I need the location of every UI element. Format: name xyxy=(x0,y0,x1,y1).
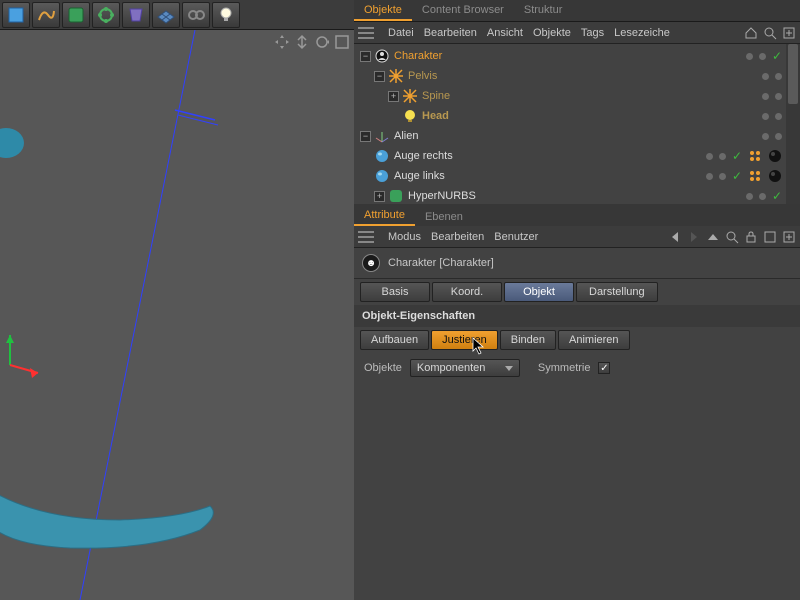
objects-label: Objekte xyxy=(364,362,402,374)
menu-view[interactable]: Ansicht xyxy=(487,27,523,39)
tab-objects[interactable]: Objekte xyxy=(354,0,412,21)
tree-row-pelvis[interactable]: − Pelvis xyxy=(354,66,786,86)
section-header: Objekt-Eigenschaften xyxy=(354,305,800,327)
object-name-header: ☻ Charakter [Charakter] xyxy=(354,248,800,279)
new-window-icon[interactable] xyxy=(763,230,777,244)
tree-row-hypernurbs[interactable]: + HyperNURBS ✓ xyxy=(354,186,786,204)
viewport[interactable] xyxy=(0,30,354,600)
spline-tool[interactable] xyxy=(32,2,60,28)
hypernurbs-icon xyxy=(388,188,404,204)
deformer-tool[interactable] xyxy=(122,2,150,28)
tree-label: HyperNURBS xyxy=(408,190,476,202)
null-icon xyxy=(402,88,418,104)
menu-edit[interactable]: Bearbeiten xyxy=(424,27,477,39)
expander-icon[interactable]: + xyxy=(374,191,385,202)
sphere-icon xyxy=(374,168,390,184)
subtab-display[interactable]: Darstellung xyxy=(576,282,658,302)
tree-row-character[interactable]: − Charakter ✓ xyxy=(354,46,786,66)
cube-tool[interactable] xyxy=(2,2,30,28)
tree-label: Alien xyxy=(394,130,418,142)
tab-attribute[interactable]: Attribute xyxy=(354,205,415,226)
tree-label: Charakter xyxy=(394,50,442,62)
menu-objects[interactable]: Objekte xyxy=(533,27,571,39)
hamburger-icon[interactable] xyxy=(358,231,374,243)
subtab-basic[interactable]: Basis xyxy=(360,282,430,302)
tree-row-spine[interactable]: + Spine xyxy=(354,86,786,106)
expander-icon[interactable]: − xyxy=(374,71,385,82)
lock-icon[interactable] xyxy=(744,230,758,244)
mode-bind[interactable]: Binden xyxy=(500,330,556,350)
tab-structure[interactable]: Struktur xyxy=(514,0,573,21)
property-subtabs: Basis Koord. Objekt Darstellung xyxy=(354,279,800,305)
properties-row: Objekte Komponenten Symmetrie ✓ xyxy=(354,353,800,383)
manager-tabs: Objekte Content Browser Struktur xyxy=(354,0,800,22)
tree-label: Auge rechts xyxy=(394,150,453,162)
camera-tool[interactable] xyxy=(182,2,210,28)
menu-user[interactable]: Benutzer xyxy=(494,231,538,243)
bulb-icon xyxy=(402,108,418,124)
hamburger-icon[interactable] xyxy=(358,27,374,39)
tree-label: Spine xyxy=(422,90,450,102)
expand-icon[interactable] xyxy=(782,26,796,40)
scroll-thumb[interactable] xyxy=(788,44,798,104)
components-dropdown[interactable]: Komponenten xyxy=(410,359,520,377)
menu-mode[interactable]: Modus xyxy=(388,231,421,243)
home-icon[interactable] xyxy=(744,26,758,40)
forward-icon[interactable] xyxy=(687,230,701,244)
menu-file[interactable]: Datei xyxy=(388,27,414,39)
expander-icon[interactable]: − xyxy=(360,131,371,142)
character-icon: ☻ xyxy=(362,254,380,272)
symmetry-label: Symmetrie xyxy=(538,362,591,374)
floor-tool[interactable] xyxy=(152,2,180,28)
material-tag-icon[interactable] xyxy=(768,149,782,163)
main-toolbar xyxy=(0,0,354,30)
up-icon[interactable] xyxy=(706,230,720,244)
subtab-object[interactable]: Objekt xyxy=(504,282,574,302)
mode-adjust[interactable]: Justieren xyxy=(431,330,498,350)
tree-label: Auge links xyxy=(394,170,445,182)
attribute-menu: Modus Bearbeiten Benutzer xyxy=(354,226,800,248)
sphere-icon xyxy=(374,148,390,164)
expand-icon[interactable] xyxy=(782,230,796,244)
tab-layers[interactable]: Ebenen xyxy=(415,207,473,226)
character-icon xyxy=(374,48,390,64)
generator-tool[interactable] xyxy=(92,2,120,28)
dropdown-value: Komponenten xyxy=(417,362,486,374)
null-axis-icon xyxy=(374,128,390,144)
mode-tabs: Aufbauen Justieren Binden Animieren xyxy=(354,327,800,353)
menu-bookmarks[interactable]: Lesezeiche xyxy=(614,27,670,39)
object-tree: − Charakter ✓ − Pelvis + Spine xyxy=(354,44,800,204)
back-icon[interactable] xyxy=(668,230,682,244)
search-icon[interactable] xyxy=(725,230,739,244)
expander-icon[interactable]: + xyxy=(388,91,399,102)
texture-tag-icon[interactable] xyxy=(748,169,762,183)
null-icon xyxy=(388,68,404,84)
tree-row-eye-right[interactable]: Auge rechts ✓ xyxy=(354,146,786,166)
menu-edit[interactable]: Bearbeiten xyxy=(431,231,484,243)
mode-build[interactable]: Aufbauen xyxy=(360,330,429,350)
menu-tags[interactable]: Tags xyxy=(581,27,604,39)
empty-area xyxy=(354,383,800,600)
search-icon[interactable] xyxy=(763,26,777,40)
tree-label: Head xyxy=(422,110,449,122)
expander-icon[interactable]: − xyxy=(360,51,371,62)
tree-row-alien[interactable]: − Alien xyxy=(354,126,786,146)
tab-content-browser[interactable]: Content Browser xyxy=(412,0,514,21)
chevron-down-icon xyxy=(505,366,513,371)
subtab-coord[interactable]: Koord. xyxy=(432,282,502,302)
symmetry-checkbox[interactable]: ✓ xyxy=(598,362,610,374)
tree-row-eye-left[interactable]: Auge links ✓ xyxy=(354,166,786,186)
mode-animate[interactable]: Animieren xyxy=(558,330,630,350)
object-manager-menu: Datei Bearbeiten Ansicht Objekte Tags Le… xyxy=(354,22,800,44)
scrollbar[interactable] xyxy=(786,44,800,204)
light-tool[interactable] xyxy=(212,2,240,28)
nurbs-tool[interactable] xyxy=(62,2,90,28)
material-tag-icon[interactable] xyxy=(768,169,782,183)
object-name: Charakter [Charakter] xyxy=(388,257,494,269)
texture-tag-icon[interactable] xyxy=(748,149,762,163)
tree-row-head[interactable]: Head xyxy=(354,106,786,126)
attribute-tabs: Attribute Ebenen xyxy=(354,204,800,226)
tree-label: Pelvis xyxy=(408,70,437,82)
